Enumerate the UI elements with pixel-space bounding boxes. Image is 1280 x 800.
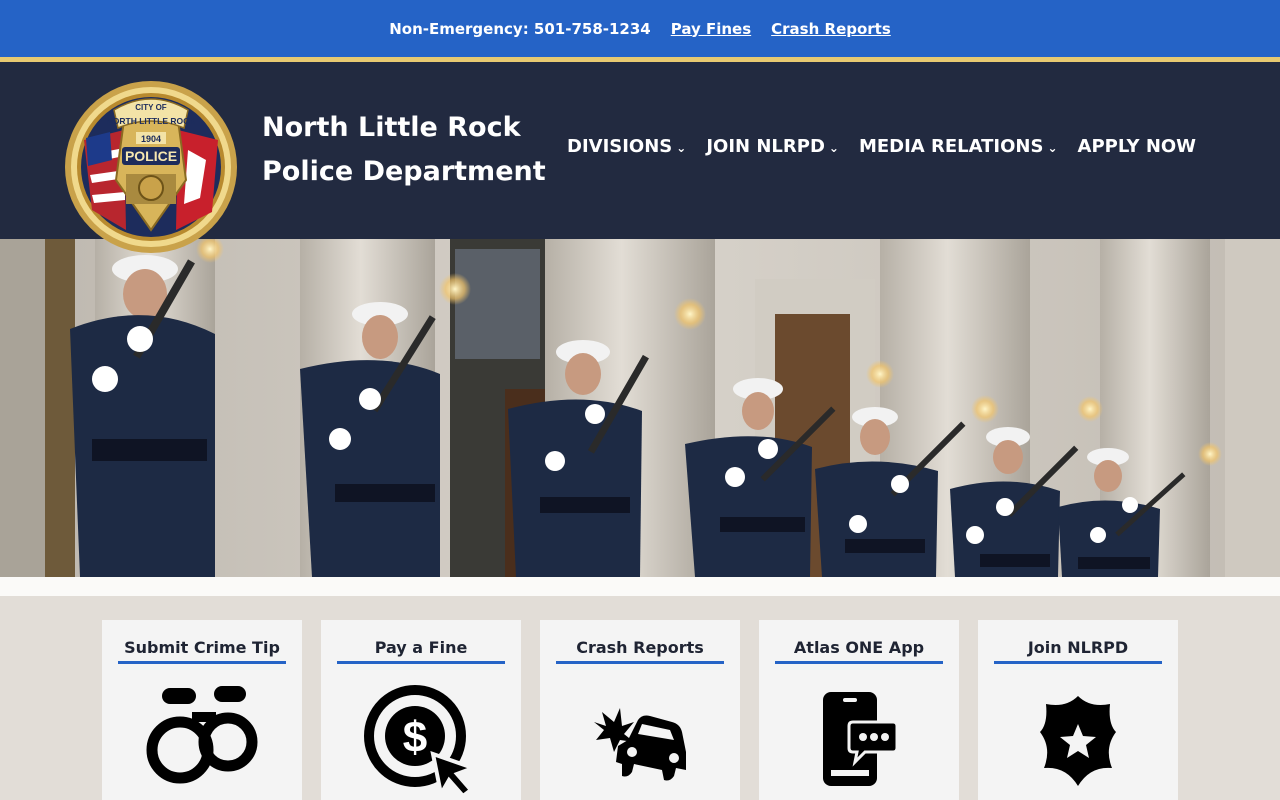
nav-media-relations[interactable]: MEDIA RELATIONS ⌄ — [859, 136, 1058, 157]
nav-apply-now[interactable]: APPLY NOW — [1078, 136, 1197, 157]
svg-text:NORTH LITTLE ROCK: NORTH LITTLE ROCK — [107, 116, 197, 126]
main-nav: DIVISIONS ⌄ JOIN NLRPD ⌄ MEDIA RELATIONS… — [567, 136, 1196, 157]
svg-text:1904: 1904 — [141, 134, 161, 144]
hero-image-honor-guard — [0, 239, 1280, 577]
dollar-click-icon: $ — [361, 682, 481, 800]
svg-text:$: $ — [403, 713, 427, 762]
section-divider — [0, 577, 1280, 596]
svg-text:POLICE: POLICE — [125, 148, 177, 164]
phone-chat-icon — [819, 690, 899, 794]
utility-bar: Non-Emergency: 501-758-1234 Pay Fines Cr… — [0, 0, 1280, 57]
quick-links: Submit Crime Tip Pay a Fine $ Crash Repo… — [102, 620, 1178, 800]
card-crash-reports[interactable]: Crash Reports — [540, 620, 740, 800]
card-atlas-one-app[interactable]: Atlas ONE App — [759, 620, 959, 800]
chevron-down-icon: ⌄ — [676, 140, 687, 155]
crash-reports-link[interactable]: Crash Reports — [771, 20, 891, 38]
car-crash-icon — [590, 700, 690, 794]
chevron-down-icon: ⌄ — [828, 140, 839, 155]
police-badge-icon — [1038, 694, 1118, 792]
chevron-down-icon: ⌄ — [1047, 140, 1058, 155]
police-badge-logo[interactable]: POLICE CITY OF NORTH LITTLE ROCK 1904 — [64, 80, 238, 254]
nav-join-nlrpd[interactable]: JOIN NLRPD ⌄ — [706, 136, 839, 157]
pay-fines-link[interactable]: Pay Fines — [671, 20, 751, 38]
card-submit-crime-tip[interactable]: Submit Crime Tip — [102, 620, 302, 800]
non-emergency-phone: Non-Emergency: 501-758-1234 — [389, 19, 651, 38]
site-title[interactable]: North Little Rock Police Department — [262, 106, 546, 194]
nav-divisions[interactable]: DIVISIONS ⌄ — [567, 136, 686, 157]
card-join-nlrpd[interactable]: Join NLRPD — [978, 620, 1178, 800]
svg-text:CITY OF: CITY OF — [135, 103, 167, 112]
handcuffs-icon — [142, 682, 262, 796]
card-pay-a-fine[interactable]: Pay a Fine $ — [321, 620, 521, 800]
